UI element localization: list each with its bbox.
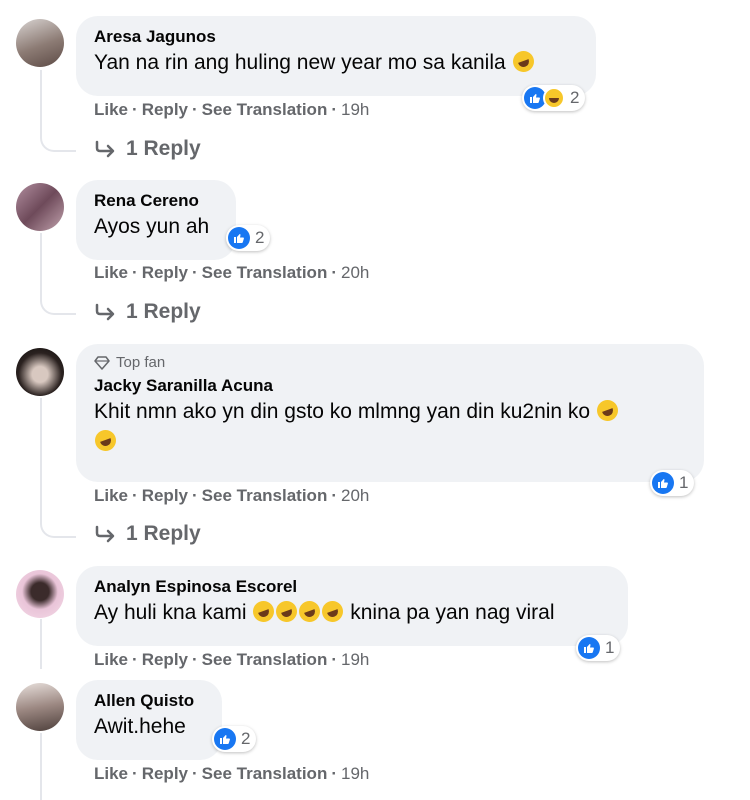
timestamp[interactable]: 20h: [341, 263, 369, 283]
like-button[interactable]: Like: [94, 764, 128, 784]
thread-line: [40, 619, 42, 669]
thread-connector: [40, 299, 76, 315]
diamond-icon: [94, 355, 110, 370]
comment-actions: Like · Reply · See Translation · 19h: [94, 650, 370, 670]
comment-text: Yan na rin ang huling new year mo sa kan…: [94, 48, 578, 78]
comment-text-after: knina pa yan nag viral: [350, 601, 555, 624]
reply-arrow-icon: [95, 303, 115, 321]
timestamp[interactable]: 20h: [341, 486, 369, 506]
comment-text: Khit nmn ako yn din gsto ko mlmng yan di…: [92, 397, 686, 457]
comment-text: Ay huli kna kami knina pa yan nag viral: [94, 598, 610, 628]
laughing-tears-icon: [509, 48, 537, 75]
like-button[interactable]: Like: [94, 486, 128, 506]
thread-connector: [40, 522, 76, 538]
reaction-count: 1: [605, 638, 615, 657]
commenter-name[interactable]: Rena Cereno: [94, 190, 218, 212]
avatar[interactable]: [16, 570, 64, 618]
avatar[interactable]: [16, 683, 64, 731]
comment-bubble: Allen Quisto Awit.hehe: [76, 680, 222, 760]
thread-line: [40, 398, 42, 522]
reaction-summary[interactable]: 2: [522, 85, 586, 111]
comment-bubble: Aresa Jagunos Yan na rin ang huling new …: [76, 16, 596, 96]
see-translation-link[interactable]: See Translation: [202, 650, 328, 670]
rolling-laughing-icon: [319, 598, 347, 625]
rolling-laughing-icon: [250, 598, 278, 625]
thread-line: [40, 70, 42, 136]
comment-actions: Like · Reply · See Translation · 19h: [94, 100, 370, 120]
avatar[interactable]: [16, 183, 64, 231]
laughing-tears-icon: [92, 427, 119, 454]
rolling-laughing-icon: [273, 598, 301, 625]
replies-count: 1 Reply: [126, 522, 201, 545]
reaction-count: 1: [679, 473, 689, 492]
timestamp[interactable]: 19h: [341, 100, 369, 120]
like-button[interactable]: Like: [94, 650, 128, 670]
timestamp[interactable]: 19h: [341, 764, 369, 784]
replies-count: 1 Reply: [126, 137, 201, 160]
reaction-count: 2: [570, 88, 580, 107]
like-button[interactable]: Like: [94, 100, 128, 120]
reaction-summary[interactable]: 1: [576, 635, 621, 661]
comment-bubble: Top fan Jacky Saranilla Acuna Khit nmn a…: [76, 344, 704, 482]
top-fan-badge: Top fan: [94, 354, 686, 371]
like-icon: [214, 728, 236, 750]
reaction-summary[interactable]: 2: [226, 225, 271, 251]
comment-text: Awit.hehe: [94, 715, 186, 738]
comment-text-before: Ay huli kna kami: [94, 601, 247, 624]
reaction-count: 2: [255, 228, 265, 247]
like-button[interactable]: Like: [94, 263, 128, 283]
reply-button[interactable]: Reply: [142, 486, 188, 506]
reply-button[interactable]: Reply: [142, 650, 188, 670]
comment-text: Ayos yun ah: [94, 215, 210, 238]
see-translation-link[interactable]: See Translation: [202, 263, 328, 283]
reaction-count: 2: [241, 729, 251, 748]
avatar[interactable]: [16, 19, 64, 67]
reply-button[interactable]: Reply: [142, 100, 188, 120]
reply-button[interactable]: Reply: [142, 263, 188, 283]
comment-text-content: Yan na rin ang huling new year mo sa kan…: [94, 51, 506, 74]
view-replies-link[interactable]: 1 Reply: [94, 137, 201, 161]
view-replies-link[interactable]: 1 Reply: [94, 522, 201, 546]
comment-bubble: Rena Cereno Ayos yun ah: [76, 180, 236, 260]
avatar[interactable]: [16, 348, 64, 396]
comment-actions: Like · Reply · See Translation · 19h: [94, 764, 370, 784]
rolling-laughing-icon: [296, 598, 324, 625]
thread-connector: [40, 136, 76, 152]
haha-icon: [543, 87, 565, 109]
commenter-name[interactable]: Analyn Espinosa Escorel: [94, 576, 610, 598]
laughing-tears-icon: [593, 397, 621, 424]
badge-label: Top fan: [116, 354, 166, 371]
reaction-summary[interactable]: 1: [650, 470, 695, 496]
see-translation-link[interactable]: See Translation: [202, 486, 328, 506]
like-icon: [228, 227, 250, 249]
commenter-name[interactable]: Allen Quisto: [94, 690, 204, 712]
comment-text-content: Khit nmn ako yn din gsto ko mlmng yan di…: [94, 400, 591, 423]
like-icon: [578, 637, 600, 659]
reply-arrow-icon: [95, 140, 115, 158]
thread-line: [40, 733, 42, 800]
replies-count: 1 Reply: [126, 300, 201, 323]
comment-bubble: Analyn Espinosa Escorel Ay huli kna kami…: [76, 566, 628, 646]
reply-arrow-icon: [95, 525, 115, 543]
comment-actions: Like · Reply · See Translation · 20h: [94, 263, 370, 283]
commenter-name[interactable]: Jacky Saranilla Acuna: [94, 375, 686, 397]
commenter-name[interactable]: Aresa Jagunos: [94, 26, 578, 48]
timestamp[interactable]: 19h: [341, 650, 369, 670]
view-replies-link[interactable]: 1 Reply: [94, 300, 201, 324]
comment-actions: Like · Reply · See Translation · 20h: [94, 486, 370, 506]
thread-line: [40, 233, 42, 299]
reaction-summary[interactable]: 2: [212, 726, 257, 752]
reply-button[interactable]: Reply: [142, 764, 188, 784]
see-translation-link[interactable]: See Translation: [202, 764, 328, 784]
like-icon: [652, 472, 674, 494]
see-translation-link[interactable]: See Translation: [202, 100, 328, 120]
